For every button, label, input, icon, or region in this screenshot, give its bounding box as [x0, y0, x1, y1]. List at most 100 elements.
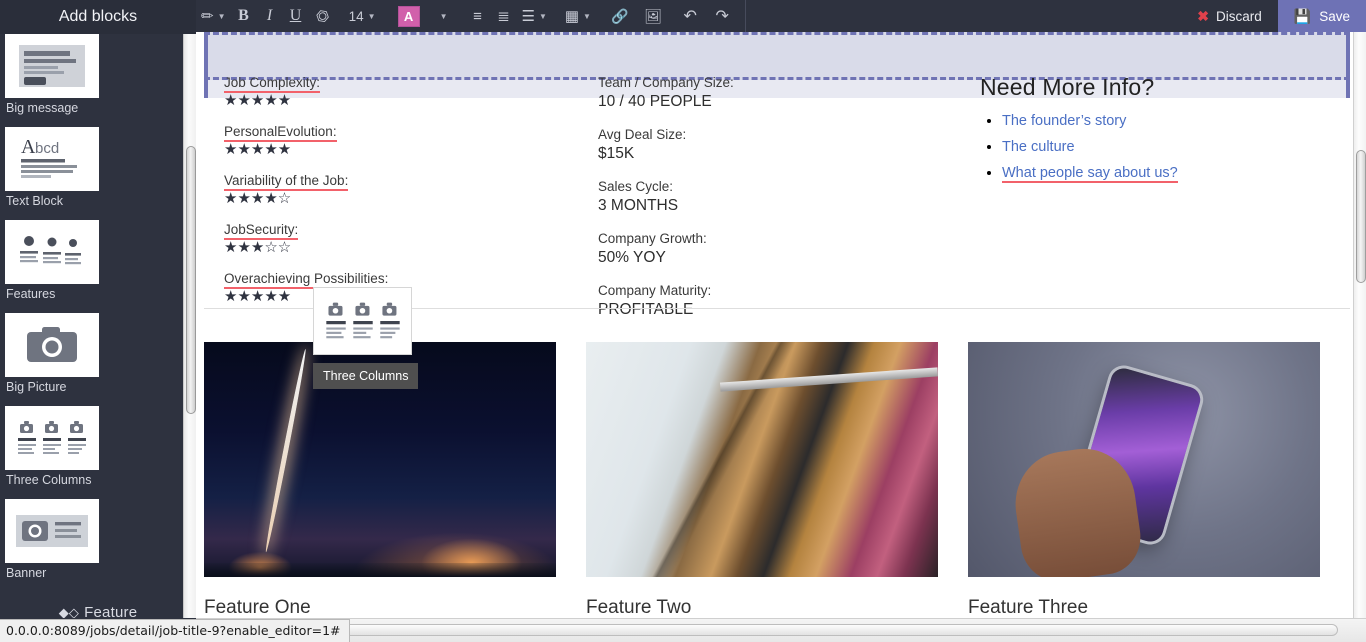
italic-button[interactable]: I — [257, 0, 283, 32]
numbered-list-button[interactable]: ≣ — [490, 0, 516, 32]
info-link[interactable]: The culture — [1002, 139, 1075, 155]
rating-label: Job Complexity: — [224, 75, 321, 93]
fact-value: $15K — [598, 145, 635, 162]
chevron-down-icon: ▼ — [217, 11, 226, 21]
floppy-disk-icon: 💾 — [1293, 7, 1312, 24]
rating-item[interactable]: JobSecurity: ★★★☆☆ — [224, 221, 574, 256]
underline-button[interactable]: U — [283, 0, 309, 32]
feature-title: Feature Two — [586, 597, 692, 618]
rating-label: JobSecurity: — [224, 222, 299, 240]
save-button[interactable]: 💾 Save — [1277, 0, 1366, 32]
sidebar-scrollbar-thumb[interactable] — [186, 146, 196, 414]
text-color-button[interactable]: A — [393, 0, 425, 32]
star-rating[interactable]: ★★★★★ — [224, 141, 574, 158]
rating-item[interactable]: Job Complexity: ★★★★★ — [224, 74, 574, 109]
block-drop-zone[interactable] — [204, 32, 1350, 80]
camera-icon — [5, 313, 99, 377]
info-link[interactable]: What people say about us? — [1002, 165, 1178, 183]
pen-icon: ✏ — [201, 8, 214, 25]
add-blocks-sidebar: Add blocks Big message A bcd Text Block … — [0, 0, 196, 642]
block-label: Big message — [6, 101, 79, 115]
hand-holding-phone-photo[interactable] — [968, 342, 1320, 577]
section-header-label: Feature — [84, 604, 138, 618]
features-thumb — [5, 220, 99, 284]
svg-text:bcd: bcd — [35, 140, 59, 157]
fact-item[interactable]: Team / Company Size: 10 / 40 PEOPLE — [598, 74, 954, 112]
star-rating[interactable]: ★★★★☆ — [224, 190, 574, 207]
block-item-big-message[interactable]: Big message — [5, 34, 99, 125]
insert-image-button[interactable]: 🖼 — [639, 0, 667, 32]
link-button[interactable]: 🔗 — [606, 0, 633, 32]
block-label: Banner — [6, 566, 47, 580]
text-block-thumb: A bcd — [5, 127, 99, 191]
fact-label: Sales Cycle: — [598, 179, 674, 194]
block-item-banner[interactable]: Banner — [5, 499, 99, 590]
clothes-rack-photo[interactable] — [586, 342, 938, 577]
bulleted-list-button[interactable]: ≡ — [464, 0, 490, 32]
canvas-scrollbar[interactable] — [1353, 32, 1366, 618]
chevron-down-icon: ▼ — [367, 11, 376, 21]
chevron-down-icon: ▼ — [583, 11, 591, 21]
feature-card[interactable]: Feature Two — [586, 342, 938, 618]
link-icon: 🔗 — [610, 7, 629, 24]
fact-label: Avg Deal Size: — [598, 127, 687, 142]
star-rating[interactable]: ★★★☆☆ — [224, 239, 574, 256]
canvas-scrollbar-thumb[interactable] — [1356, 150, 1366, 283]
info-links-list: The founder’s story The culture What peo… — [1002, 111, 1342, 183]
block-group-default: Big message A bcd Text Block Features Bi… — [0, 34, 196, 592]
undo-icon: ↶ — [683, 8, 697, 25]
clear-format-button[interactable]: ⏣ — [309, 0, 336, 32]
text-color-dropdown[interactable]: ▼ — [425, 0, 453, 32]
horizontal-scrollbar-thumb[interactable] — [198, 624, 1338, 636]
toolbar-actions: ✖ Discard 💾 Save — [1181, 0, 1366, 32]
horizontal-scrollbar[interactable] — [196, 618, 1366, 642]
block-item-big-picture[interactable]: Big Picture — [5, 313, 99, 404]
image-icon: 🖼 — [644, 7, 663, 24]
x-icon: ✖ — [1197, 7, 1210, 24]
bulleted-list-icon: ≡ — [473, 7, 482, 25]
format-painter-button[interactable]: ✏ ▼ — [196, 0, 231, 32]
list-item[interactable]: The culture — [1002, 137, 1342, 157]
block-item-features[interactable]: Features — [5, 220, 99, 311]
section-header-feature: ◆◇ Feature — [0, 592, 196, 618]
fact-value: 10 / 40 PEOPLE — [598, 93, 712, 110]
fact-label: Team / Company Size: — [598, 75, 734, 90]
block-list-scroll-area[interactable]: Big message A bcd Text Block Features Bi… — [0, 34, 196, 618]
rating-item[interactable]: PersonalEvolution: ★★★★★ — [224, 123, 574, 158]
fact-value: 3 MONTHS — [598, 197, 679, 214]
three-columns-thumb — [5, 406, 99, 470]
fact-item[interactable]: Company Maturity: PROFITABLE — [598, 282, 954, 320]
block-label: Features — [6, 287, 56, 301]
fact-label: Company Maturity: — [598, 283, 712, 298]
block-item-three-columns[interactable]: Three Columns — [5, 406, 99, 497]
list-item[interactable]: The founder’s story — [1002, 111, 1342, 131]
bold-button[interactable]: B — [231, 0, 257, 32]
discard-button[interactable]: ✖ Discard — [1181, 0, 1278, 32]
align-dropdown[interactable]: ☰ ▼ — [516, 0, 551, 32]
list-item[interactable]: What people say about us? — [1002, 163, 1342, 183]
table-dropdown[interactable]: ▦ ▼ — [560, 0, 596, 32]
banner-thumb — [5, 499, 99, 563]
drag-ghost-tooltip: Three Columns — [313, 363, 419, 389]
status-bar-url: 0.0.0.0:8089/jobs/detail/job-title-9?ena… — [0, 619, 350, 642]
fact-item[interactable]: Company Growth: 50% YOY — [598, 230, 954, 268]
feature-card[interactable]: Feature Three — [968, 342, 1320, 618]
fact-item[interactable]: Sales Cycle: 3 MONTHS — [598, 178, 954, 216]
text-color-swatch: A — [397, 5, 420, 27]
fact-item[interactable]: Avg Deal Size: $15K — [598, 126, 954, 164]
svg-text:A: A — [21, 136, 36, 158]
fact-label: Company Growth: — [598, 231, 707, 246]
redo-button[interactable]: ↷ — [709, 0, 735, 32]
sidebar-scrollbar[interactable] — [183, 34, 196, 618]
block-label: Three Columns — [6, 473, 92, 487]
block-label: Big Picture — [6, 380, 67, 394]
rating-item[interactable]: Variability of the Job: ★★★★☆ — [224, 172, 574, 207]
star-rating[interactable]: ★★★★★ — [224, 92, 574, 109]
block-item-text-block[interactable]: A bcd Text Block — [5, 127, 99, 218]
info-link[interactable]: The founder’s story — [1002, 113, 1126, 129]
font-size-dropdown[interactable]: 14 ▼ — [344, 0, 381, 32]
feature-title: Feature One — [204, 597, 311, 618]
eraser-icon: ⏣ — [313, 6, 332, 27]
undo-button[interactable]: ↶ — [677, 0, 703, 32]
drag-ghost-three-columns[interactable] — [313, 287, 412, 355]
